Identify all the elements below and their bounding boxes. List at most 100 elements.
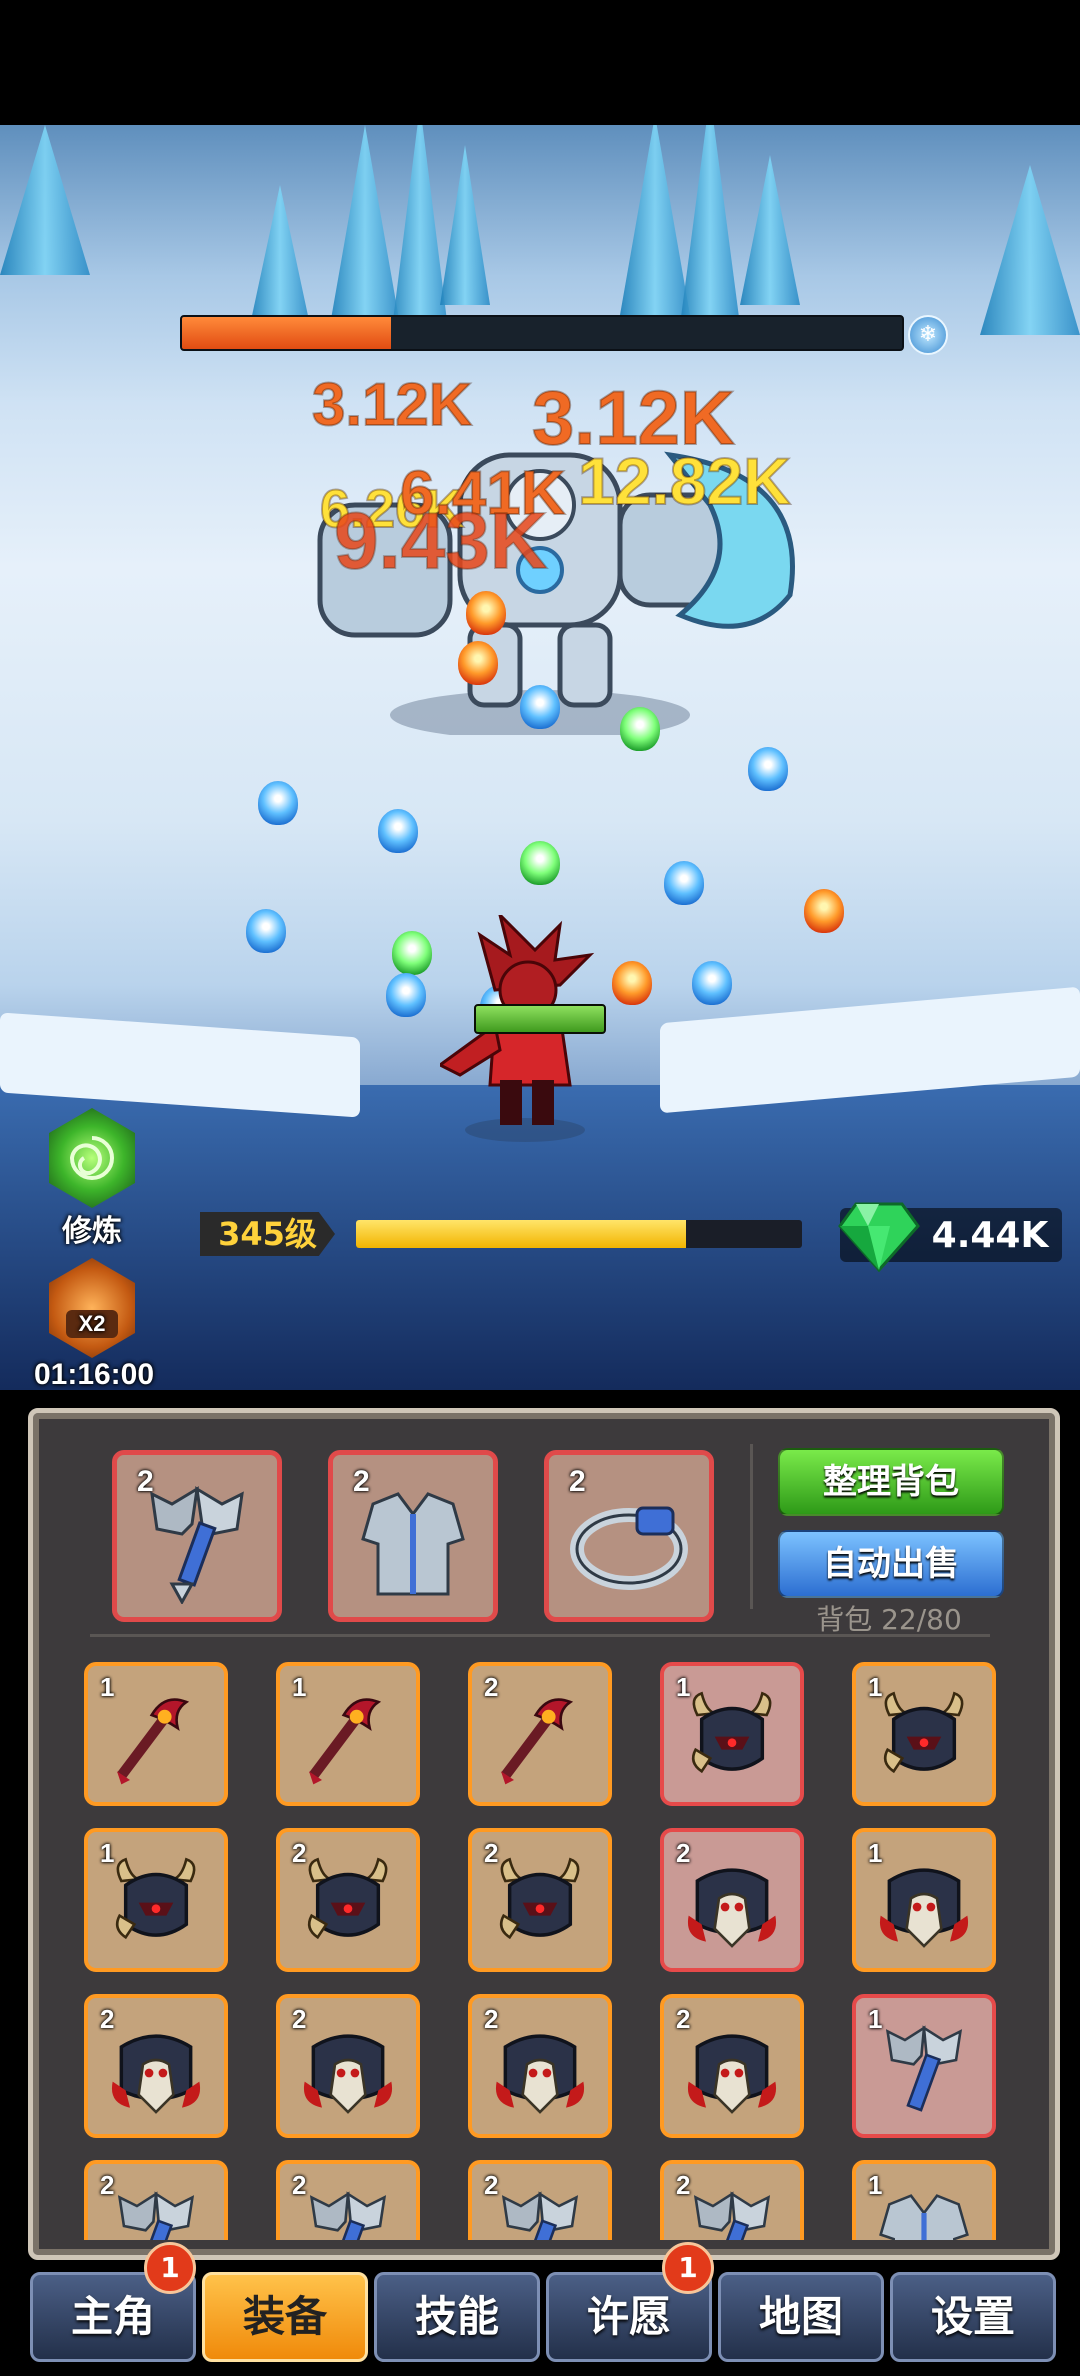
level-badge: 345级 bbox=[200, 1212, 335, 1256]
staff-icon bbox=[309, 1698, 382, 1785]
ice-crystal bbox=[740, 155, 800, 305]
item-count: 2 bbox=[292, 2004, 307, 2034]
inventory-slot[interactable]: 2 bbox=[660, 1828, 804, 1972]
nav-tab-equipment[interactable]: 装备 bbox=[202, 2272, 368, 2362]
item-count: 2 bbox=[100, 2170, 115, 2200]
item-count: 1 bbox=[868, 2004, 883, 2034]
axe-icon bbox=[501, 2191, 579, 2240]
item-count: 1 bbox=[292, 1672, 307, 1702]
boss-hp-fill bbox=[182, 317, 391, 349]
equipped-armor-slot[interactable]: 2 bbox=[328, 1450, 498, 1622]
axe-icon bbox=[150, 1486, 244, 1605]
cultivate-label: 修炼 bbox=[62, 1215, 122, 1248]
axe-icon bbox=[309, 2191, 387, 2240]
item-count: 1 bbox=[868, 1672, 883, 1702]
armor-icon bbox=[361, 1492, 465, 1596]
double-multiplier-badge: X2 bbox=[66, 1310, 118, 1338]
inventory-slot[interactable]: 1 bbox=[84, 1828, 228, 1972]
item-count: 1 bbox=[100, 1838, 115, 1868]
inventory-slot[interactable]: 2 bbox=[468, 1828, 612, 1972]
frost-orb bbox=[386, 973, 426, 1017]
xp-bar bbox=[356, 1220, 802, 1248]
ring-icon bbox=[570, 1506, 688, 1591]
item-count: 2 bbox=[484, 1838, 499, 1868]
gem-count: 4.44K bbox=[931, 1215, 1049, 1256]
item-count: 2 bbox=[484, 2170, 499, 2200]
item-count: 2 bbox=[676, 2004, 691, 2034]
inventory-grid[interactable]: 1 1 2 1 1 1 2 2 2 1 2 2 2 2 1 2 2 2 2 1 bbox=[50, 1650, 1030, 2240]
horned-helmet-icon bbox=[307, 1857, 388, 1939]
inventory-slot[interactable]: 1 bbox=[852, 2160, 996, 2240]
sort-bag-button[interactable]: 整理背包 bbox=[778, 1448, 1004, 1516]
frost-element-icon: ❄ bbox=[908, 315, 948, 355]
ice-crystal bbox=[620, 125, 690, 315]
horned-helmet-icon bbox=[115, 1857, 196, 1939]
inventory-slot[interactable]: 1 bbox=[276, 1662, 420, 1806]
notification-badge: 1 bbox=[662, 2242, 714, 2294]
frost-orb bbox=[664, 861, 704, 905]
skull-helmet-icon bbox=[111, 2034, 201, 2114]
inventory-slot[interactable]: 1 bbox=[852, 1994, 996, 2138]
staff-icon bbox=[501, 1698, 574, 1785]
item-count: 1 bbox=[868, 1838, 883, 1868]
inventory-slot[interactable]: 2 bbox=[468, 1662, 612, 1806]
boss-hp-bar bbox=[180, 315, 904, 351]
item-count: 2 bbox=[484, 1672, 499, 1702]
inventory-slot[interactable]: 2 bbox=[660, 1994, 804, 2138]
inventory-slot[interactable]: 1 bbox=[852, 1828, 996, 1972]
frost-orb bbox=[378, 809, 418, 853]
nav-tab-map[interactable]: 地图 bbox=[718, 2272, 884, 2362]
inventory-slot[interactable]: 2 bbox=[276, 1828, 420, 1972]
double-timer: 01:16:00 bbox=[33, 1358, 155, 1391]
ice-crystal bbox=[330, 125, 400, 325]
hero-hp-bar bbox=[474, 1004, 606, 1034]
equipped-ring-slot[interactable]: 2 bbox=[544, 1450, 714, 1622]
frost-orb bbox=[692, 961, 732, 1005]
item-count: 2 bbox=[100, 2004, 115, 2034]
fire-orb bbox=[804, 889, 844, 933]
inventory-slot[interactable]: 1 bbox=[660, 1662, 804, 1806]
ice-crystal bbox=[390, 125, 450, 345]
inventory-slot[interactable]: 2 bbox=[276, 2160, 420, 2240]
emerald-gem-icon bbox=[838, 1202, 920, 1273]
divider bbox=[750, 1444, 753, 1609]
fire-orb bbox=[458, 641, 498, 685]
skull-helmet-icon bbox=[495, 2034, 585, 2114]
horned-helmet-icon bbox=[499, 1857, 580, 1939]
hero-hp-fill bbox=[476, 1006, 604, 1032]
inventory-slot[interactable]: 1 bbox=[84, 1662, 228, 1806]
skull-helmet-icon bbox=[879, 1868, 969, 1948]
skull-helmet-icon bbox=[303, 2034, 393, 2114]
item-count: 1 bbox=[676, 1672, 691, 1702]
equipped-weapon-slot[interactable]: 2 bbox=[112, 1450, 282, 1622]
horned-helmet-icon bbox=[691, 1691, 772, 1773]
ice-crystal bbox=[980, 165, 1080, 335]
fire-orb bbox=[466, 591, 506, 635]
frost-orb bbox=[520, 685, 560, 729]
inventory-slot[interactable]: 2 bbox=[276, 1994, 420, 2138]
item-count: 1 bbox=[100, 1672, 115, 1702]
frost-orb bbox=[748, 747, 788, 791]
inventory-slot[interactable]: 2 bbox=[660, 2160, 804, 2240]
inventory-slot[interactable]: 2 bbox=[84, 2160, 228, 2240]
fire-orb bbox=[612, 961, 652, 1005]
armor-icon bbox=[879, 2193, 969, 2240]
auto-sell-button[interactable]: 自动出售 bbox=[778, 1530, 1004, 1598]
item-count: 2 bbox=[676, 1838, 691, 1868]
divider bbox=[90, 1634, 990, 1637]
nav-tab-settings[interactable]: 设置 bbox=[890, 2272, 1056, 2362]
staff-icon bbox=[117, 1698, 190, 1785]
bag-capacity: 背包 22/80 bbox=[816, 1603, 962, 1636]
inventory-slot[interactable]: 1 bbox=[852, 1662, 996, 1806]
nav-tab-skills[interactable]: 技能 bbox=[374, 2272, 540, 2362]
frost-orb bbox=[258, 781, 298, 825]
item-count: 2 bbox=[484, 2004, 499, 2034]
inventory-slot[interactable]: 2 bbox=[84, 1994, 228, 2138]
skull-helmet-icon bbox=[687, 2034, 777, 2114]
ice-crystal bbox=[440, 145, 490, 305]
nature-orb bbox=[392, 931, 432, 975]
item-count: 2 bbox=[676, 2170, 691, 2200]
ice-crystal bbox=[680, 125, 740, 325]
inventory-slot[interactable]: 2 bbox=[468, 1994, 612, 2138]
inventory-slot[interactable]: 2 bbox=[468, 2160, 612, 2240]
